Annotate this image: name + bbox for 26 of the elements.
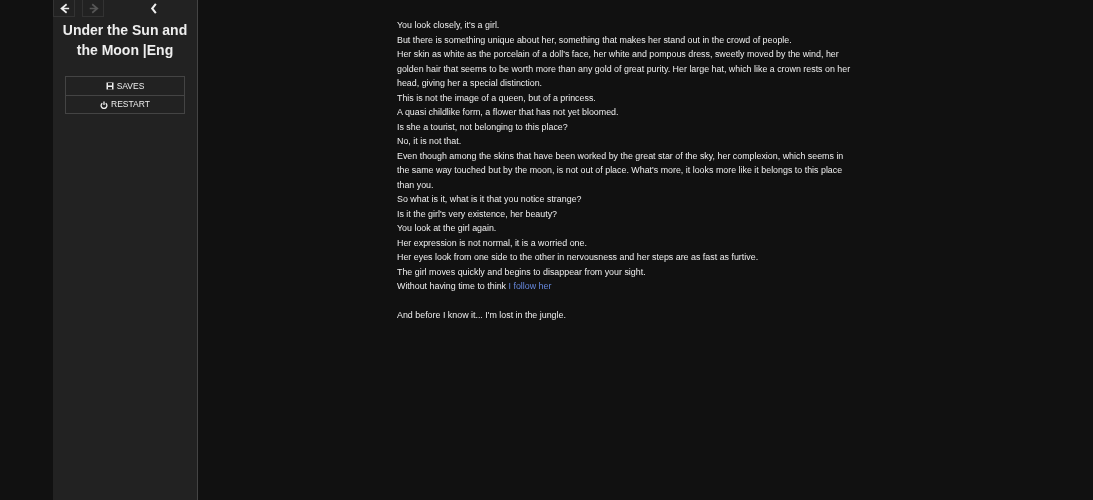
back-button[interactable] [53,0,75,17]
story-line: Her expression is not normal, it is a worried one. [397,236,588,250]
power-icon [100,100,109,109]
story-line: This is not the image of a queen, but of a princess. [397,91,597,105]
arrow-icon [87,2,99,14]
story-line: So what is it, what is it that you notice strange? [397,193,583,206]
story-line: You look at the girl again. [397,222,498,235]
floppy-icon [105,82,114,90]
restart-button[interactable]: RESTART [66,95,184,113]
story-title: Under the Sun and the Moon |Eng [61,21,189,60]
story-line: Even though among the skins that have been worked by the great star of the sky, her complexion, which seems in the same way touched but by the moon, is not out of place. What's more, it looks more like it belongs to this place than you. [397,149,845,192]
story-line: And before I know it... I'm lost in the jungle. [397,309,567,322]
story-line: Without having time to think I follow her [397,280,553,293]
saves-button[interactable]: SAVES [66,77,184,95]
story-line: Her eyes look from one side to the other in nervousness and her steps are as fast as furtive. [397,251,760,264]
story-line: The girl moves quickly and begins to disappear from your sight. [397,265,647,279]
story-line: You look closely, it's a girl. [397,19,501,32]
story-line: Is she a tourist, not belonging to this place? [397,120,569,134]
story-line: Her skin as white as the porcelain of a doll's face, her white and pompous dress, sweetly moved by the wind, her golden hair that seems to be worth more than any gold of great purity. Her large hat, which like a crown rests on her head, giving her a special distinction. [397,48,852,90]
story-link[interactable]: I follow her [508,281,552,291]
arrow-icon [58,2,70,14]
story-line: A quasi childlike form, a flower that has not yet bloomed. [397,106,620,119]
chevron-icon [150,3,158,14]
story-line: Is it the girl's very existence, her beauty? [397,207,559,221]
story-line: But there is something unique about her, something that makes her stand out in the crowd of people. [397,33,793,47]
story-line: No, it is not that. [397,135,463,148]
